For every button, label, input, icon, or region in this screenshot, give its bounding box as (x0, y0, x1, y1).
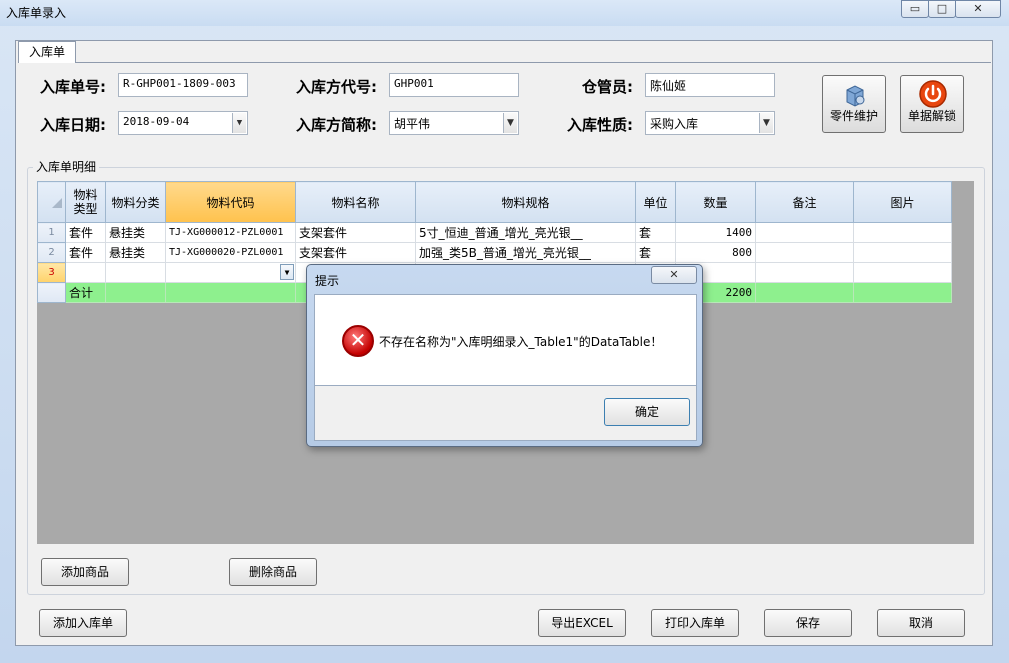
order-no-label: 入库单号: (40, 78, 106, 96)
cell-image[interactable] (853, 222, 952, 243)
code-dropdown-icon[interactable]: ▼ (280, 264, 294, 280)
row-number[interactable]: 3 (37, 262, 66, 283)
cell-note[interactable] (755, 222, 854, 243)
total-empty-cell (105, 282, 166, 303)
cell-unit[interactable]: 套 (635, 222, 676, 243)
total-empty-cell (165, 282, 296, 303)
nature-value: 采购入库 (650, 117, 699, 131)
row-number[interactable]: 1 (37, 222, 66, 243)
cell-category[interactable]: 悬挂类 (105, 242, 166, 263)
cell-name[interactable]: 支架套件 (295, 242, 416, 263)
detail-group-label: 入库单明细 (33, 158, 100, 175)
cell-category[interactable] (105, 262, 166, 283)
total-label: 合计 (65, 282, 106, 303)
cell-image[interactable] (853, 262, 952, 283)
party-name-value: 胡平伟 (394, 117, 431, 131)
nature-dropdown-icon[interactable]: ▼ (759, 113, 773, 133)
date-label: 入库日期: (40, 116, 106, 134)
date-picker[interactable]: 2018-09-04 ▼ (118, 111, 248, 135)
cell-quantity[interactable]: 800 (675, 242, 756, 263)
minimize-button[interactable]: ▭ (901, 0, 929, 18)
col-material-category[interactable]: 物料分类 (105, 181, 166, 223)
party-name-select[interactable]: 胡平伟 ▼ (389, 111, 519, 135)
save-button[interactable]: 保存 (764, 609, 852, 637)
error-icon: ✕ (342, 325, 374, 357)
party-name-label: 入库方简称: (296, 116, 377, 134)
keeper-field[interactable]: 陈仙姬 (645, 73, 775, 97)
row-number[interactable]: 2 (37, 242, 66, 263)
total-empty-cell (755, 282, 854, 303)
order-no-field[interactable]: R-GHP001-1809-003 (118, 73, 248, 97)
corner-triangle-icon (52, 198, 62, 208)
total-empty-cell (853, 282, 952, 303)
total-row-header (37, 282, 66, 303)
col-image[interactable]: 图片 (853, 181, 952, 223)
parts-maintenance-label: 零件维护 (829, 109, 878, 123)
cell-note[interactable] (755, 242, 854, 263)
table-row[interactable]: 1 套件 悬挂类 TJ-XG000012-PZL0001 支架套件 5寸_恒迪_… (37, 222, 952, 243)
print-order-button[interactable]: 打印入库单 (651, 609, 739, 637)
power-icon (919, 80, 947, 108)
dialog-title: 提示 (315, 274, 340, 288)
export-excel-button[interactable]: 导出EXCEL (538, 609, 626, 637)
cell-quantity[interactable]: 1400 (675, 222, 756, 243)
cell-code[interactable]: TJ-XG000012-PZL0001 (165, 222, 296, 243)
cell-type[interactable]: 套件 (65, 242, 106, 263)
unlock-button[interactable]: 单据解锁 (900, 75, 964, 133)
window-titlebar: 入库单录入 (0, 0, 1009, 26)
cell-code[interactable]: TJ-XG000020-PZL0001 (165, 242, 296, 263)
party-code-label: 入库方代号: (296, 78, 377, 96)
delete-goods-button[interactable]: 删除商品 (229, 558, 317, 586)
dialog-footer: 确定 (314, 386, 697, 441)
cell-note[interactable] (755, 262, 854, 283)
party-code-field[interactable]: GHP001 (389, 73, 519, 97)
cell-category[interactable]: 悬挂类 (105, 222, 166, 243)
cell-spec[interactable]: 加强_类5B_普通_增光_亮光银__ (415, 242, 636, 263)
col-note[interactable]: 备注 (755, 181, 854, 223)
cell-name[interactable]: 支架套件 (295, 222, 416, 243)
col-unit[interactable]: 单位 (635, 181, 676, 223)
cell-type[interactable]: 套件 (65, 222, 106, 243)
table-row[interactable]: 2 套件 悬挂类 TJ-XG000020-PZL0001 支架套件 加强_类5B… (37, 242, 952, 263)
select-all-corner[interactable] (37, 181, 66, 223)
tab-inbound-order[interactable]: 入库单 (18, 41, 76, 63)
parts-maintenance-button[interactable]: 零件维护 (822, 75, 886, 133)
nature-label: 入库性质: (567, 116, 633, 134)
window-close-button[interactable]: ✕ (955, 0, 1001, 18)
cell-type[interactable] (65, 262, 106, 283)
nature-select[interactable]: 采购入库 ▼ (645, 111, 775, 135)
date-value: 2018-09-04 (123, 115, 190, 128)
add-order-button[interactable]: 添加入库单 (39, 609, 127, 637)
party-name-dropdown-icon[interactable]: ▼ (503, 113, 517, 133)
header-row: 物料类型 物料分类 物料代码 物料名称 物料规格 单位 数量 备注 图片 (37, 181, 952, 223)
cell-image[interactable] (853, 242, 952, 263)
error-dialog: 提示 ✕ ✕ 不存在名称为"入库明细录入_Table1"的DataTable！ … (306, 264, 703, 447)
dialog-close-button[interactable]: ✕ (651, 266, 697, 284)
col-material-code[interactable]: 物料代码 (165, 181, 296, 223)
parts-box-icon (846, 85, 865, 107)
dialog-body: ✕ 不存在名称为"入库明细录入_Table1"的DataTable！ (314, 294, 697, 386)
unlock-label: 单据解锁 (907, 109, 956, 123)
col-material-name[interactable]: 物料名称 (295, 181, 416, 223)
keeper-label: 仓管员: (582, 78, 633, 96)
cell-spec[interactable]: 5寸_恒迪_普通_增光_亮光银__ (415, 222, 636, 243)
maximize-button[interactable]: □ (928, 0, 956, 18)
window-title: 入库单录入 (6, 6, 67, 20)
col-material-spec[interactable]: 物料规格 (415, 181, 636, 223)
add-goods-button[interactable]: 添加商品 (41, 558, 129, 586)
cancel-button[interactable]: 取消 (877, 609, 965, 637)
dialog-message: 不存在名称为"入库明细录入_Table1"的DataTable！ (379, 335, 663, 349)
col-material-type[interactable]: 物料类型 (65, 181, 106, 223)
ok-button[interactable]: 确定 (604, 398, 690, 426)
cell-unit[interactable]: 套 (635, 242, 676, 263)
date-dropdown-icon[interactable]: ▼ (232, 113, 246, 133)
cell-code-editor[interactable]: ▼ (165, 262, 296, 283)
col-quantity[interactable]: 数量 (675, 181, 756, 223)
